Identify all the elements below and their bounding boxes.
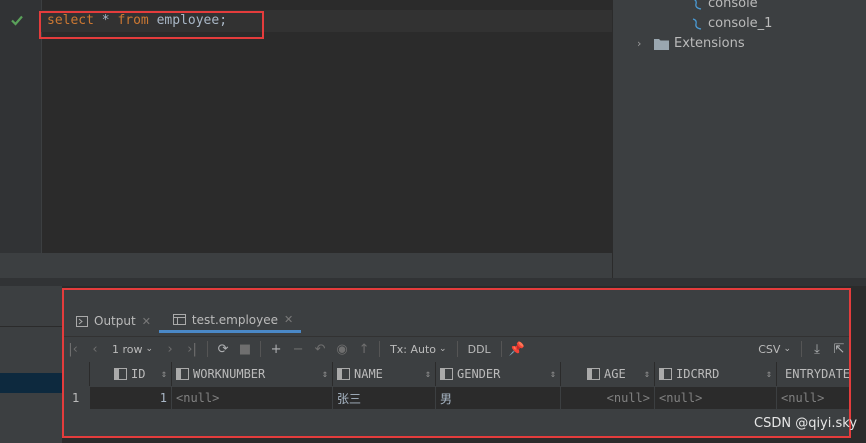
ddl-button[interactable]: DDL xyxy=(462,343,497,356)
watermark: CSDN @qiyi.sky xyxy=(754,416,858,431)
column-name: AGE xyxy=(604,367,626,381)
chevron-down-icon: ⌄ xyxy=(783,344,791,354)
console-output-icon xyxy=(76,315,88,327)
sort-icon[interactable]: ⇕ xyxy=(644,369,650,380)
add-row-icon[interactable]: + xyxy=(265,339,287,359)
transaction-mode-label: Tx: Auto xyxy=(390,342,437,356)
results-tabs: Output ✕ test.employee ✕ xyxy=(62,309,850,333)
column-header-gender[interactable]: GENDER ⇕ xyxy=(436,362,561,386)
tab-label: Output xyxy=(94,314,136,328)
column-icon xyxy=(114,368,127,380)
sort-icon[interactable]: ⇕ xyxy=(322,369,328,380)
close-icon[interactable]: ✕ xyxy=(142,315,151,328)
tab-test-employee[interactable]: test.employee ✕ xyxy=(158,309,302,333)
close-icon[interactable]: ✕ xyxy=(284,313,293,326)
first-page-icon[interactable]: |‹ xyxy=(62,339,84,359)
sql-console-icon xyxy=(694,0,702,10)
column-header-name[interactable]: NAME ⇕ xyxy=(333,362,436,386)
cell-worknumber[interactable]: <null> xyxy=(172,387,333,409)
delete-row-icon[interactable]: − xyxy=(287,339,309,359)
submit-icon[interactable]: ↑ xyxy=(353,339,375,359)
database-explorer: console console_1 › Extensions xyxy=(612,0,866,278)
tab-label: test.employee xyxy=(191,312,278,327)
cell-gender[interactable]: 男 xyxy=(436,387,561,409)
refresh-icon[interactable]: ⟳ xyxy=(212,339,234,359)
column-icon xyxy=(337,368,350,380)
chevron-right-icon[interactable]: › xyxy=(637,37,649,50)
column-icon xyxy=(440,368,453,380)
column-header-id[interactable]: ID ⇕ xyxy=(90,362,172,386)
toolbar-separator xyxy=(207,341,209,357)
column-header-age[interactable]: AGE ⇕ xyxy=(561,362,655,386)
sort-icon[interactable]: ⇕ xyxy=(550,369,556,380)
row-number-header xyxy=(62,362,90,386)
column-name: ID xyxy=(131,367,146,381)
column-name: NAME xyxy=(354,367,383,381)
stop-icon[interactable]: ■ xyxy=(234,339,256,359)
chevron-down-icon: ⌄ xyxy=(145,344,154,354)
results-toolbar: |‹ ‹ 1 row ⌄ › ›| ⟳ ■ + − ↶ ◉ ↑ Tx: Auto ⌄… xyxy=(62,336,850,361)
column-name: IDCRRD xyxy=(676,367,720,381)
export-format-dropdown[interactable]: CSV ⌄ xyxy=(752,343,797,356)
pin-icon[interactable]: 📌 xyxy=(506,339,528,359)
last-page-icon[interactable]: ›| xyxy=(181,339,203,359)
download-icon[interactable]: ⤓ xyxy=(806,339,828,359)
revert-icon[interactable]: ↶ xyxy=(309,339,331,359)
chevron-down-icon: ⌄ xyxy=(439,344,447,354)
toolbar-separator xyxy=(456,341,458,357)
separator xyxy=(0,326,62,327)
editor-gutter xyxy=(0,0,42,253)
check-icon xyxy=(11,15,23,26)
row-number[interactable]: 1 xyxy=(62,387,90,409)
toolbar-separator xyxy=(260,341,262,357)
tree-item-extensions[interactable]: › Extensions xyxy=(637,36,745,51)
tree-item-label: Extensions xyxy=(674,36,745,51)
transaction-mode-dropdown[interactable]: Tx: Auto ⌄ xyxy=(384,343,453,356)
rows-count-label: 1 row xyxy=(112,342,143,356)
column-header-idcrrd[interactable]: IDCRRD ⇕ xyxy=(655,362,777,386)
table-icon xyxy=(172,314,186,325)
results-panel: Output ✕ test.employee ✕ |‹ ‹ 1 row ⌄ › ›… xyxy=(62,289,850,437)
panel-divider[interactable] xyxy=(0,278,866,286)
sort-icon[interactable]: ⇕ xyxy=(161,369,167,380)
tool-window-left xyxy=(0,286,62,443)
cell-age[interactable]: <null> xyxy=(561,387,655,409)
selected-row-strip xyxy=(0,373,62,393)
cell-entrydate[interactable]: <null> xyxy=(777,387,850,409)
toolbar-separator xyxy=(379,341,381,357)
rows-count-dropdown[interactable]: 1 row ⌄ xyxy=(106,343,159,356)
tree-item-label: console_1 xyxy=(708,16,773,31)
tree-item-label: console xyxy=(708,0,758,11)
sql-editor[interactable]: select * from employee; xyxy=(0,0,612,253)
highlight-box-query xyxy=(39,11,264,39)
column-icon xyxy=(587,368,600,380)
cell-idcrrd[interactable]: <null> xyxy=(655,387,777,409)
cell-name[interactable]: 张三 xyxy=(333,387,436,409)
column-name: GENDER xyxy=(457,367,501,381)
column-header-entrydate[interactable]: ENTRYDATE xyxy=(777,362,850,386)
folder-icon xyxy=(654,38,669,50)
column-header-worknumber[interactable]: WORKNUMBER ⇕ xyxy=(172,362,333,386)
sort-icon[interactable]: ⇕ xyxy=(425,369,431,380)
cell-id[interactable]: 1 xyxy=(90,387,172,409)
column-icon xyxy=(659,368,672,380)
sql-console-icon xyxy=(692,17,702,30)
tab-output[interactable]: Output ✕ xyxy=(62,309,159,333)
sort-icon[interactable]: ⇕ xyxy=(766,369,772,380)
previous-page-icon[interactable]: ‹ xyxy=(84,339,106,359)
tree-item-console-1[interactable]: console_1 xyxy=(691,16,772,31)
column-name: WORKNUMBER xyxy=(193,367,266,381)
export-format-label: CSV xyxy=(758,342,781,356)
editor-status-strip xyxy=(0,253,612,278)
toolbar-separator xyxy=(801,341,802,357)
next-page-icon[interactable]: › xyxy=(159,339,181,359)
tree-item-console[interactable]: console xyxy=(691,0,758,11)
toolbar-separator xyxy=(500,341,502,357)
column-name: ENTRYDATE xyxy=(785,367,850,381)
preview-changes-icon[interactable]: ◉ xyxy=(331,339,353,359)
column-icon xyxy=(176,368,189,380)
transpose-icon[interactable]: ⇱ xyxy=(828,339,850,359)
